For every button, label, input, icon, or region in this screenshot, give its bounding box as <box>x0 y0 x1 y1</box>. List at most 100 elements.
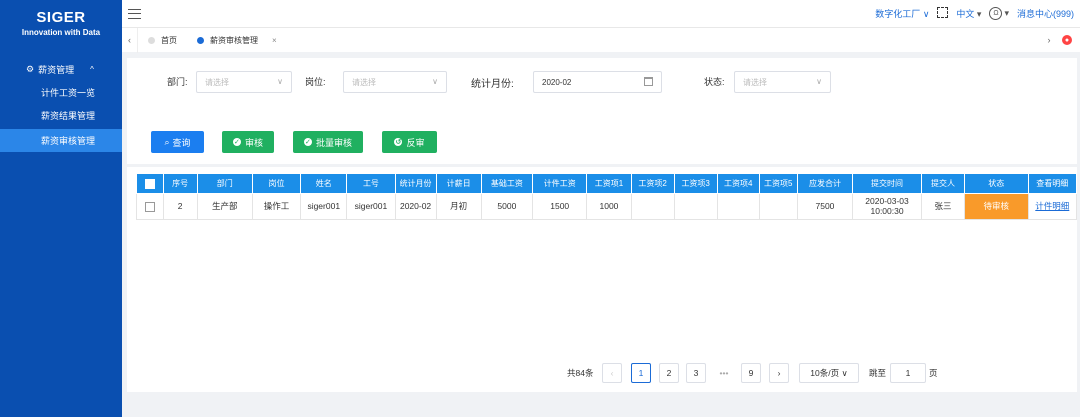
logo-title: SIGER <box>36 9 86 26</box>
cell-detail: 计件明细 <box>1027 193 1078 220</box>
more-pages-icon[interactable]: ••• <box>716 363 732 383</box>
column-header: 岗位 <box>251 173 302 194</box>
sidebar-item-label: 计件工资一览 <box>41 88 96 98</box>
column-header: 统计月份 <box>394 173 437 194</box>
table-row[interactable]: 2 生产部 操作工 siger001 siger001 2020-02 月初 5… <box>136 193 1078 220</box>
tab-next-button[interactable]: › <box>1040 35 1058 45</box>
chevron-down-icon: ∨ <box>277 77 283 86</box>
tab-prev-button[interactable]: ‹ <box>122 27 138 53</box>
chevron-right-icon: › <box>777 368 781 378</box>
column-header: 基础工资 <box>480 173 534 194</box>
column-header: 提交人 <box>920 173 966 194</box>
tab-home[interactable]: 首页 <box>138 28 187 53</box>
page-size-select[interactable]: 10条/页 ∨ <box>799 363 859 383</box>
chevron-right-icon: › <box>1047 35 1051 45</box>
menu-toggle-icon[interactable] <box>128 8 141 19</box>
row-select-cell[interactable] <box>136 193 164 220</box>
detail-link[interactable]: 计件明细 <box>1035 201 1069 211</box>
audit-button[interactable]: ✓ 审核 <box>222 131 274 153</box>
user-menu[interactable]: Ω ▾ <box>989 7 1009 20</box>
salary-audit-table: 序号 部门 岗位 姓名 工号 统计月份 计薪日 基础工资 计件工资 工资项1 工… <box>136 173 1078 220</box>
cell-item2 <box>630 193 675 220</box>
factory-label: 数字化工厂 <box>875 9 921 19</box>
sidebar-item-label: 薪资审核管理 <box>41 136 96 146</box>
audit-label: 审核 <box>244 137 263 148</box>
page-9-button[interactable]: 9 <box>741 363 761 383</box>
page-1-button[interactable]: 1 <box>631 363 651 383</box>
column-header: 状态 <box>964 173 1029 194</box>
column-header: 查看明细 <box>1027 173 1078 194</box>
column-header: 应发合计 <box>796 173 854 194</box>
chevron-down-icon: ∨ <box>816 77 822 86</box>
tab-salary-audit[interactable]: 薪资审核管理 × <box>187 28 287 53</box>
query-button[interactable]: ⌕ 查询 <box>151 131 204 153</box>
column-header: 工资项2 <box>630 173 675 194</box>
user-avatar-icon: Ω <box>989 7 1003 20</box>
dept-select[interactable]: 请选择 ∨ <box>196 71 292 93</box>
dept-placeholder: 请选择 <box>205 77 229 87</box>
status-select[interactable]: 请选择 ∨ <box>734 71 831 93</box>
page-2-button[interactable]: 2 <box>659 363 679 383</box>
close-icon[interactable]: × <box>272 36 277 45</box>
cell-item1: 1000 <box>586 193 632 220</box>
table-panel: 序号 部门 岗位 姓名 工号 统计月份 计薪日 基础工资 计件工资 工资项1 工… <box>127 167 1078 392</box>
prev-page-button[interactable]: ‹ <box>602 363 622 383</box>
column-header: 工资项5 <box>758 173 798 194</box>
select-all-checkbox[interactable] <box>144 178 155 189</box>
language-label: 中文 <box>956 9 975 19</box>
menu-group-label: 薪资管理 <box>38 64 75 75</box>
tab-dot-icon <box>148 36 155 44</box>
column-header: 提交时间 <box>852 173 922 194</box>
search-icon: ⌕ <box>164 136 170 147</box>
column-header: 工资项4 <box>716 173 760 194</box>
row-checkbox[interactable] <box>144 201 155 212</box>
fullscreen-icon <box>937 7 949 18</box>
column-header: 计件工资 <box>532 173 588 194</box>
cell-total: 7500 <box>796 193 854 220</box>
chevron-left-icon: ‹ <box>128 35 131 45</box>
month-picker[interactable]: 2020-02 <box>533 71 662 93</box>
pagination: 共84条 ‹ 1 2 3 ••• 9 › 10条/页 ∨ 跳至 1 页 <box>127 363 1077 383</box>
reverse-audit-button[interactable]: ↺ 反审 <box>382 131 437 153</box>
sidebar-item-salary-result[interactable]: 薪资结果管理 <box>0 104 122 127</box>
calendar-icon <box>644 77 653 86</box>
tab-bar: ‹ 首页 薪资审核管理 × › ● <box>122 27 1080 53</box>
batch-audit-button[interactable]: ✓ 批量审核 <box>293 131 363 153</box>
undo-circle-icon: ↺ <box>394 138 403 146</box>
column-header: 计薪日 <box>435 173 482 194</box>
cell-dept: 生产部 <box>196 193 253 220</box>
status-label: 状态: <box>704 77 725 87</box>
sidebar-item-salary-audit[interactable]: 薪资审核管理 <box>0 129 122 152</box>
select-all-cell[interactable] <box>136 173 164 194</box>
post-label: 岗位: <box>305 77 326 87</box>
cell-item3 <box>673 193 718 220</box>
message-center-link[interactable]: 消息中心(999) <box>1017 7 1074 20</box>
tab-label: 首页 <box>161 35 177 45</box>
column-header: 工资项1 <box>586 173 632 194</box>
close-all-tabs-icon[interactable]: ● <box>1062 35 1072 45</box>
page-size-label: 10条/页 <box>810 368 840 378</box>
tab-label: 薪资审核管理 <box>210 35 258 45</box>
cell-submitter: 张三 <box>920 193 966 220</box>
chevron-left-icon: ‹ <box>610 368 614 378</box>
jump-page-input[interactable]: 1 <box>890 363 926 383</box>
submit-clock: 10:00:30 <box>870 205 904 216</box>
column-header: 工资项3 <box>673 173 718 194</box>
fullscreen-button[interactable] <box>937 7 949 20</box>
factory-dropdown[interactable]: 数字化工厂 ∨ <box>875 7 929 20</box>
cell-month: 2020-02 <box>394 193 437 220</box>
logo: SIGER Innovation with Data <box>0 0 122 42</box>
page-3-button[interactable]: 3 <box>686 363 706 383</box>
topbar: 数字化工厂 ∨ 中文 ▾ Ω ▾ 消息中心(999) <box>122 0 1080 27</box>
post-placeholder: 请选择 <box>352 77 376 87</box>
month-label: 统计月份: <box>471 79 514 90</box>
chevron-down-icon: ∨ <box>839 367 848 378</box>
cell-post: 操作工 <box>251 193 302 220</box>
sidebar-item-piece-wage[interactable]: 计件工资一览 <box>0 81 122 104</box>
language-dropdown[interactable]: 中文 ▾ <box>956 7 981 20</box>
tab-dot-icon <box>197 36 204 44</box>
tab-controls: › ● <box>1040 35 1080 45</box>
post-select[interactable]: 请选择 ∨ <box>343 71 447 93</box>
menu-group-salary[interactable]: ⚙ 薪资管理 ^ <box>0 57 122 81</box>
next-page-button[interactable]: › <box>769 363 789 383</box>
